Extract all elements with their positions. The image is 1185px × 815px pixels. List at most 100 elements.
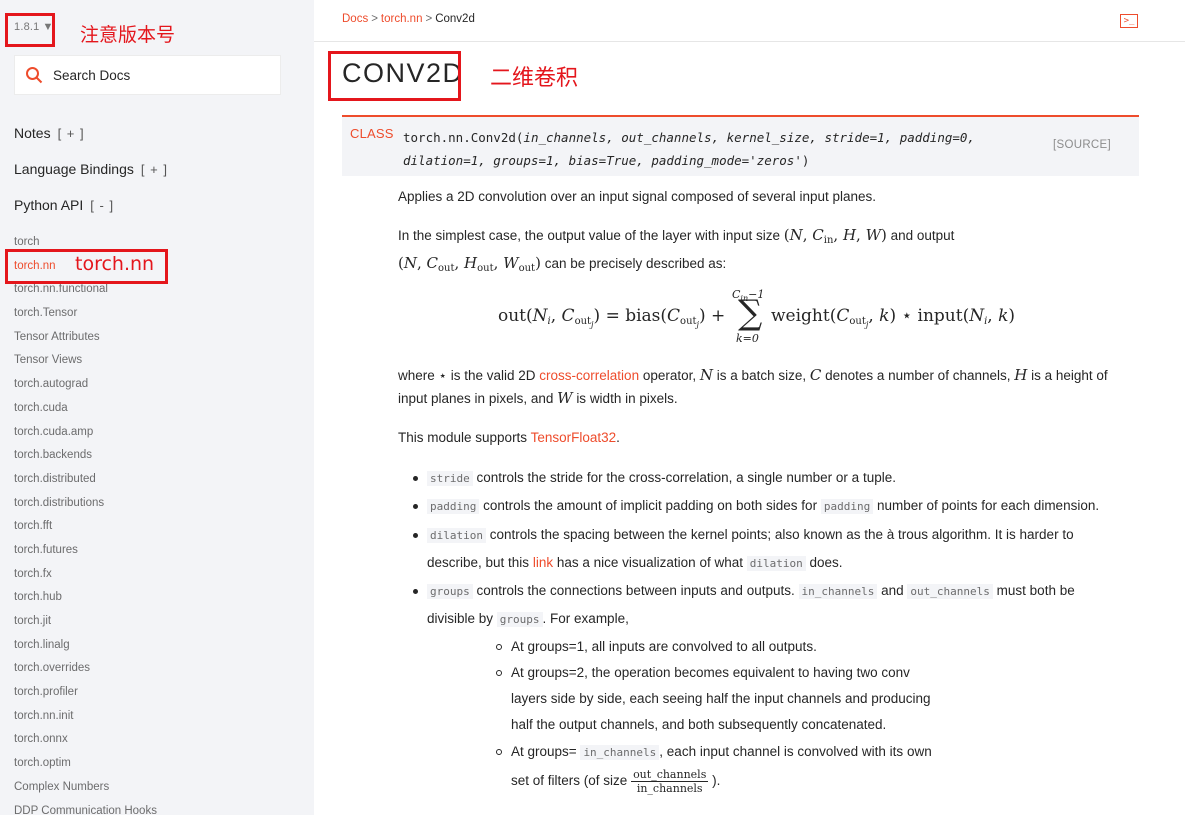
section-label: Python API	[14, 197, 84, 213]
bullet-text: does.	[809, 555, 843, 570]
section-notes[interactable]: Notes [ + ]	[14, 125, 85, 141]
expand-toggle[interactable]: [ + ]	[141, 162, 168, 177]
bullet-text: and	[881, 583, 904, 598]
bullet-groups: groups controls the connections between …	[427, 577, 1075, 606]
search-icon	[26, 67, 43, 84]
sub-bullet-groups-2-line3: half the output channels, and both subse…	[511, 717, 887, 732]
bullet-text: set of filters (of size	[511, 773, 628, 788]
bullet-dot	[413, 589, 418, 594]
bullet-text: controls the amount of implicit padding …	[483, 498, 818, 513]
sub-bullet-groups-2-line1: At groups=2, the operation becomes equiv…	[511, 665, 910, 680]
output-size-math: (N, Cout, Hout, Wout)	[398, 254, 541, 274]
sub-bullet-circle	[496, 749, 502, 755]
sidebar-item[interactable]: torch.Tensor	[14, 304, 157, 328]
where-text: is a batch size,	[716, 368, 807, 383]
dilation-visualization-link[interactable]: link	[533, 555, 553, 570]
section-label: Language Bindings	[14, 161, 134, 177]
bullet-text: . For example,	[542, 611, 629, 626]
bullet-padding: padding controls the amount of implicit …	[427, 492, 1099, 521]
sidebar-item[interactable]: torch.autograd	[14, 375, 157, 399]
where-text: denotes a number of channels,	[825, 368, 1011, 383]
chevron-down-icon: ▼	[42, 21, 54, 33]
bullet-dot	[413, 504, 418, 509]
sub-bullet-groups-2-line2: layers side by side, each seeing half th…	[511, 691, 931, 706]
bullet-text: , each input channel is convolved with i…	[659, 744, 932, 759]
sidebar-item[interactable]: torch.onnx	[14, 730, 157, 754]
version-label: 1.8.1	[14, 21, 40, 33]
code-stride: stride	[427, 471, 473, 486]
sidebar-item[interactable]: torch.optim	[14, 754, 157, 778]
intro-paragraph: Applies a 2D convolution over an input s…	[398, 189, 877, 204]
sidebar-item[interactable]: torch.jit	[14, 612, 157, 636]
bullet-text: number of points for each dimension.	[876, 498, 1100, 513]
formula-rhs: weight(Coutj, k) ⋆ input(Ni, k)	[771, 306, 1016, 329]
sidebar-item[interactable]: torch.distributed	[14, 470, 157, 494]
filter-size-fraction: out_channels in_channels	[631, 768, 709, 795]
signature-params-line2: dilation=1, groups=1, bias=True, padding…	[403, 153, 802, 168]
simplest-text-3: can be precisely described as:	[544, 256, 727, 271]
bullet-text: describe, but this	[427, 555, 530, 570]
search-box[interactable]	[14, 55, 281, 95]
code-padding: padding	[427, 499, 480, 514]
expand-toggle[interactable]: [ + ]	[58, 126, 85, 141]
sidebar-item[interactable]: Tensor Views	[14, 351, 157, 375]
simplest-text-1: In the simplest case, the output value o…	[398, 228, 780, 243]
supports-paragraph: This module supports TensorFloat32.	[398, 426, 620, 449]
sidebar-item[interactable]: torch.overrides	[14, 659, 157, 683]
page-title: CONV2D	[342, 58, 464, 88]
title-annotation-text: 二维卷积	[490, 66, 579, 91]
sidebar-item[interactable]: torch.hub	[14, 588, 157, 612]
tensorfloat32-link[interactable]: TensorFloat32	[531, 430, 617, 445]
code-groups: groups	[427, 584, 473, 599]
breadcrumb-nn-link[interactable]: torch.nn	[381, 13, 423, 25]
bullet-text: must both be	[996, 583, 1075, 598]
code-groups: groups	[496, 612, 543, 627]
sidebar-item[interactable]: torch.cuda.amp	[14, 423, 157, 447]
section-label: Notes	[14, 125, 51, 141]
signature-name: torch.nn.Conv2d(	[403, 130, 524, 145]
sub-bullet-circle	[496, 644, 502, 650]
sidebar-item[interactable]: DDP Communication Hooks	[14, 802, 157, 815]
sidebar-item[interactable]: Tensor Attributes	[14, 328, 157, 352]
sidebar-item[interactable]: torch.nn.functional	[14, 280, 157, 304]
collapse-toggle[interactable]: [ - ]	[90, 198, 114, 213]
version-selector[interactable]: 1.8.1 ▼	[14, 21, 54, 33]
bullet-text: At groups=	[511, 744, 577, 759]
sidebar-item[interactable]: torch.nn.init	[14, 707, 157, 731]
input-size-math: (N, Cin, H, W)	[783, 226, 887, 246]
class-label: CLASS	[350, 126, 394, 141]
cross-correlation-link[interactable]: cross-correlation	[539, 368, 639, 383]
breadcrumb-current: Conv2d	[435, 13, 475, 25]
bullet-dot	[413, 533, 418, 538]
code-dilation: dilation	[746, 556, 806, 571]
fraction-denominator: in_channels	[636, 781, 703, 795]
sidebar-item[interactable]: Complex Numbers	[14, 778, 157, 802]
bullet-text: controls the stride for the cross-correl…	[476, 470, 896, 485]
signature-close: )	[801, 153, 810, 168]
conv-formula: out(Ni, Coutj) = bias(Coutj) + Cin−1 ∑ k…	[498, 288, 1015, 348]
bullet-dilation-cont: describe, but this link has a nice visua…	[427, 549, 843, 578]
sidebar-item[interactable]: torch.fx	[14, 565, 157, 589]
sub-bullet-circle	[496, 670, 502, 676]
formula-lhs: out(Ni, Coutj) = bias(Coutj) +	[498, 306, 726, 329]
source-link[interactable]: [SOURCE]	[1053, 139, 1111, 151]
breadcrumb-docs-link[interactable]: Docs	[342, 13, 368, 25]
section-python-api[interactable]: Python API [ - ]	[14, 197, 114, 213]
sidebar-item[interactable]: torch.backends	[14, 446, 157, 470]
sidebar-item[interactable]: torch.fft	[14, 517, 157, 541]
bullet-stride: stride controls the stride for the cross…	[427, 464, 896, 493]
terminal-icon[interactable]: >_	[1120, 14, 1138, 28]
sidebar-item[interactable]: torch.cuda	[14, 399, 157, 423]
bullet-text: controls the spacing between the kernel …	[489, 527, 1074, 542]
search-input[interactable]	[53, 67, 273, 83]
bullet-dilation: dilation controls the spacing between th…	[427, 521, 1074, 550]
sidebar-item[interactable]: torch.profiler	[14, 683, 157, 707]
section-language-bindings[interactable]: Language Bindings [ + ]	[14, 161, 168, 177]
bullet-text: has a nice visualization of what	[556, 555, 743, 570]
code-out-channels: out_channels	[907, 584, 993, 599]
sidebar-item[interactable]: torch.futures	[14, 541, 157, 565]
where-text: input planes in pixels, and	[398, 391, 554, 406]
sidebar-item[interactable]: torch.distributions	[14, 494, 157, 518]
sidebar-item[interactable]: torch.linalg	[14, 636, 157, 660]
simplest-text-2: and output	[890, 228, 955, 243]
